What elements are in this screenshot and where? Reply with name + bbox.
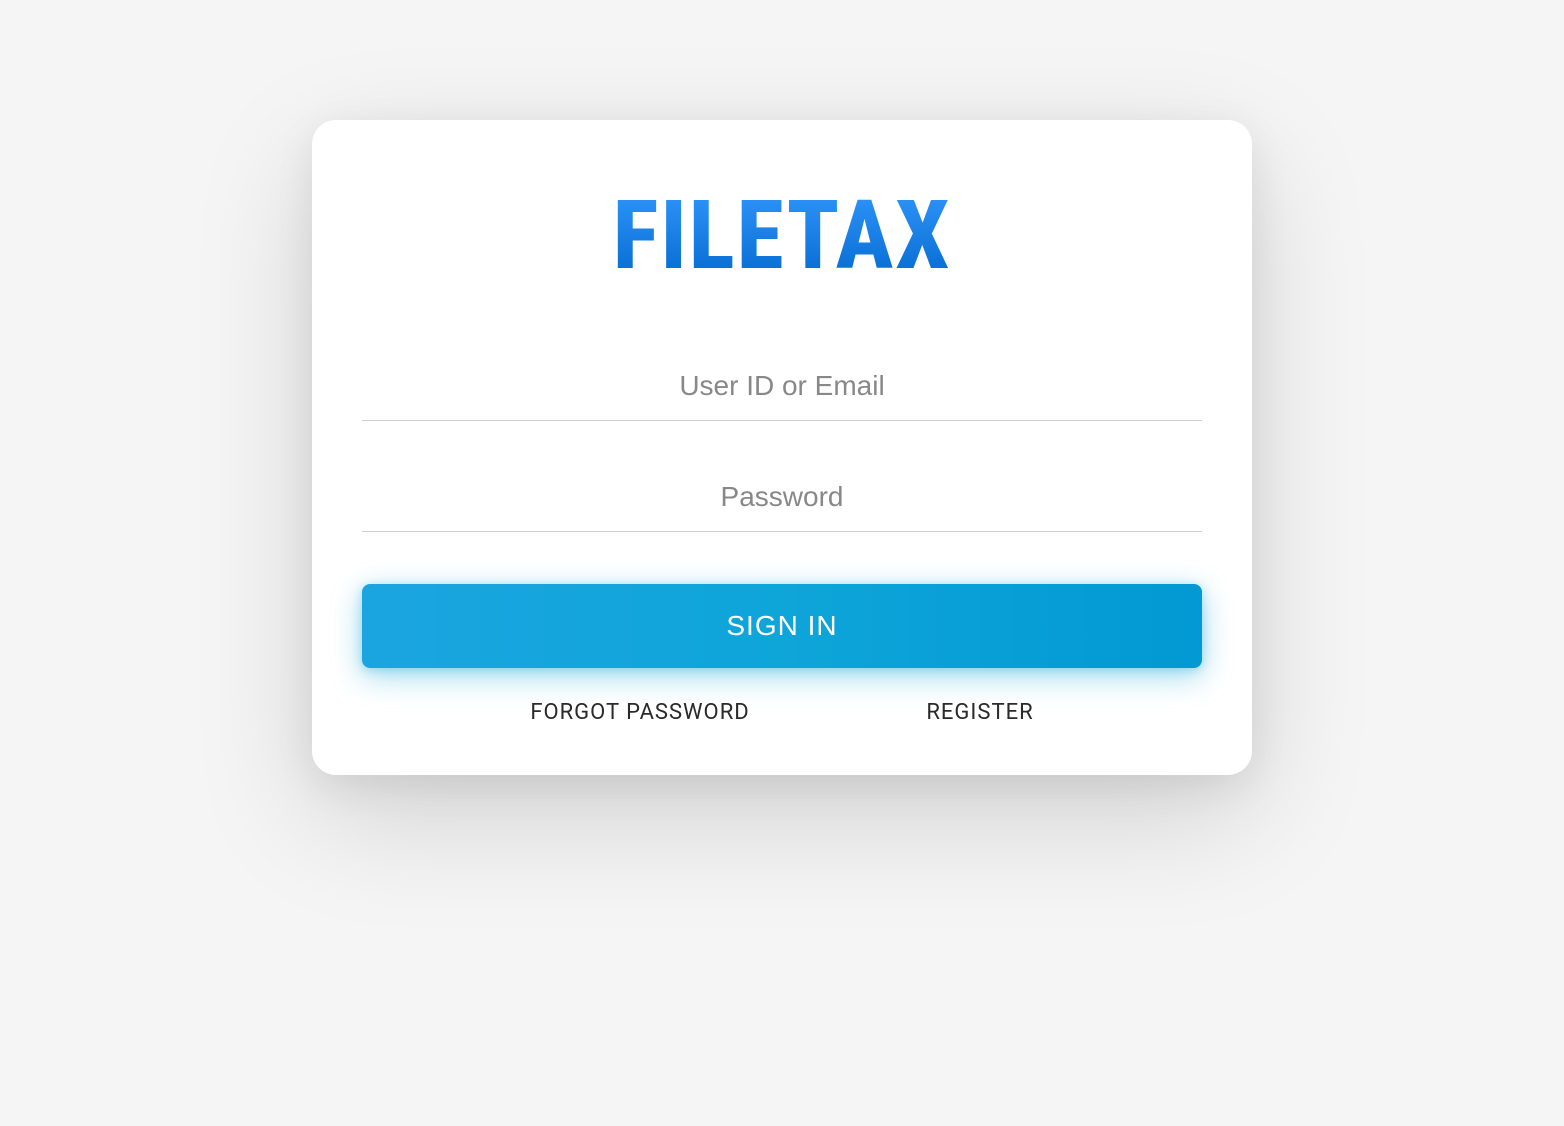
- logo-text: FILETAX: [613, 180, 952, 292]
- logo: FILETAX: [362, 180, 1202, 292]
- login-card: FILETAX SIGN IN FORGOT PASSWORD REGISTER: [312, 120, 1252, 775]
- footer-links: FORGOT PASSWORD REGISTER: [362, 700, 1202, 725]
- password-input[interactable]: [362, 463, 1202, 532]
- register-link[interactable]: REGISTER: [926, 700, 1033, 725]
- signin-button[interactable]: SIGN IN: [362, 584, 1202, 668]
- forgot-password-link[interactable]: FORGOT PASSWORD: [530, 700, 749, 725]
- user-id-input[interactable]: [362, 352, 1202, 421]
